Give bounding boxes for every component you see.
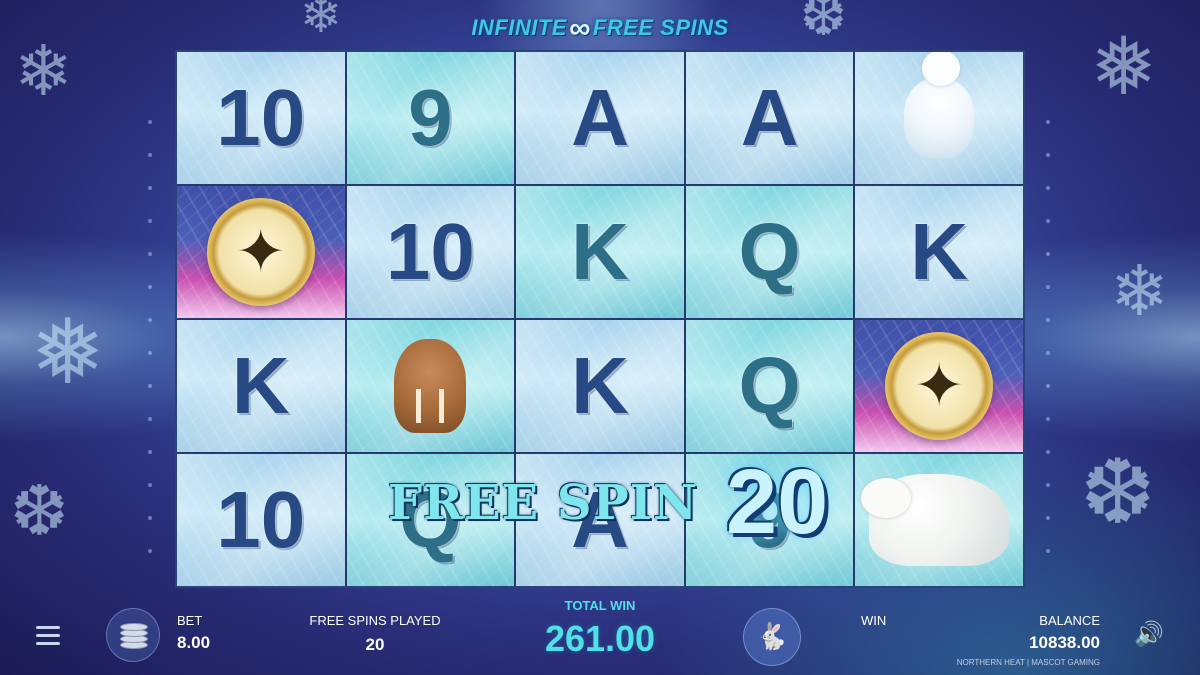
win-label: WIN [861, 613, 887, 628]
symbol-a: A [571, 73, 629, 162]
turbo-button[interactable]: 🐇 [743, 608, 801, 666]
free-spins-played-label: FREE SPINS PLAYED [309, 613, 441, 628]
reel-cell: K [516, 320, 684, 452]
total-win-label: TOTAL WIN [564, 598, 636, 613]
symbol-q: Q [738, 341, 801, 430]
title-left: INFINITE [471, 15, 567, 40]
reel-cell [346, 320, 515, 452]
symbol-9: 9 [747, 475, 792, 564]
reel-grid: 10 9 A A ✦ 10 K Q K K K Q ✦ 10 Q A 9 [175, 50, 1025, 588]
reel-cell: 9 [685, 454, 854, 586]
arctic-fox-icon [904, 52, 975, 158]
reel-cell: 10 [177, 52, 345, 184]
symbol-k: K [910, 207, 969, 296]
bet-label: BET [177, 613, 203, 628]
rabbit-icon: 🐇 [755, 622, 789, 652]
symbol-k: K [231, 341, 290, 430]
snowflake-decoration-icon: ❅ [30, 300, 106, 405]
snowflake-decoration-icon: ❄ [1110, 250, 1169, 332]
reel-cell: 9 [346, 52, 515, 184]
payline-markers-left [148, 120, 154, 582]
symbol-9: 9 [408, 73, 453, 162]
symbol-10: 10 [385, 207, 475, 296]
reel-cell: K [516, 186, 684, 318]
balance-label: BALANCE [1039, 613, 1100, 628]
game-title: INFINITE∞FREE SPINS [0, 12, 1200, 46]
symbol-k: K [571, 207, 629, 296]
payline-markers-right [1046, 120, 1052, 582]
game-credit: NORTHERN HEAT | MASCOT GAMING [956, 658, 1100, 667]
symbol-q: Q [738, 207, 801, 296]
compass-icon: ✦ [885, 332, 994, 440]
polar-bear-icon [861, 474, 1010, 566]
symbol-a: A [740, 73, 799, 162]
walrus-icon [394, 339, 467, 433]
title-right: FREE SPINS [592, 15, 729, 40]
symbol-10: 10 [216, 475, 306, 564]
reel-cell: ✦ [855, 320, 1023, 452]
free-spins-played-value: 20 [365, 635, 385, 654]
reel-cell: Q [685, 186, 854, 318]
compass-icon: ✦ [206, 198, 315, 306]
reel-cell: ✦ [177, 186, 345, 318]
reel-cell: A [516, 454, 684, 586]
reel-cell: 10 [177, 454, 345, 586]
bet-settings-button[interactable] [106, 608, 160, 662]
reel-cell: 10 [346, 186, 515, 318]
coin-stack-icon [120, 623, 148, 649]
symbol-a: A [571, 475, 629, 564]
reel-cell: K [855, 186, 1023, 318]
total-win-value: 261.00 [544, 618, 656, 659]
bet-value: 8.00 [177, 633, 211, 652]
reel-cell [855, 52, 1023, 184]
balance-value: 10838.00 [1029, 633, 1100, 652]
symbol-q: Q [399, 475, 462, 564]
speaker-icon[interactable]: 🔊 [1134, 620, 1164, 648]
symbol-k: K [571, 341, 629, 430]
snowflake-decoration-icon: ❆ [1080, 440, 1156, 545]
infinity-icon: ∞ [568, 12, 591, 45]
snowflake-decoration-icon: ❆ [10, 470, 69, 552]
reel-cell [855, 454, 1023, 586]
reel-cell: A [685, 52, 854, 184]
reel-cell: Q [685, 320, 854, 452]
symbol-10: 10 [216, 73, 306, 162]
reel-cell: K [177, 320, 345, 452]
reel-cell: Q [346, 454, 515, 586]
hamburger-icon[interactable] [36, 626, 60, 650]
reel-cell: A [516, 52, 684, 184]
